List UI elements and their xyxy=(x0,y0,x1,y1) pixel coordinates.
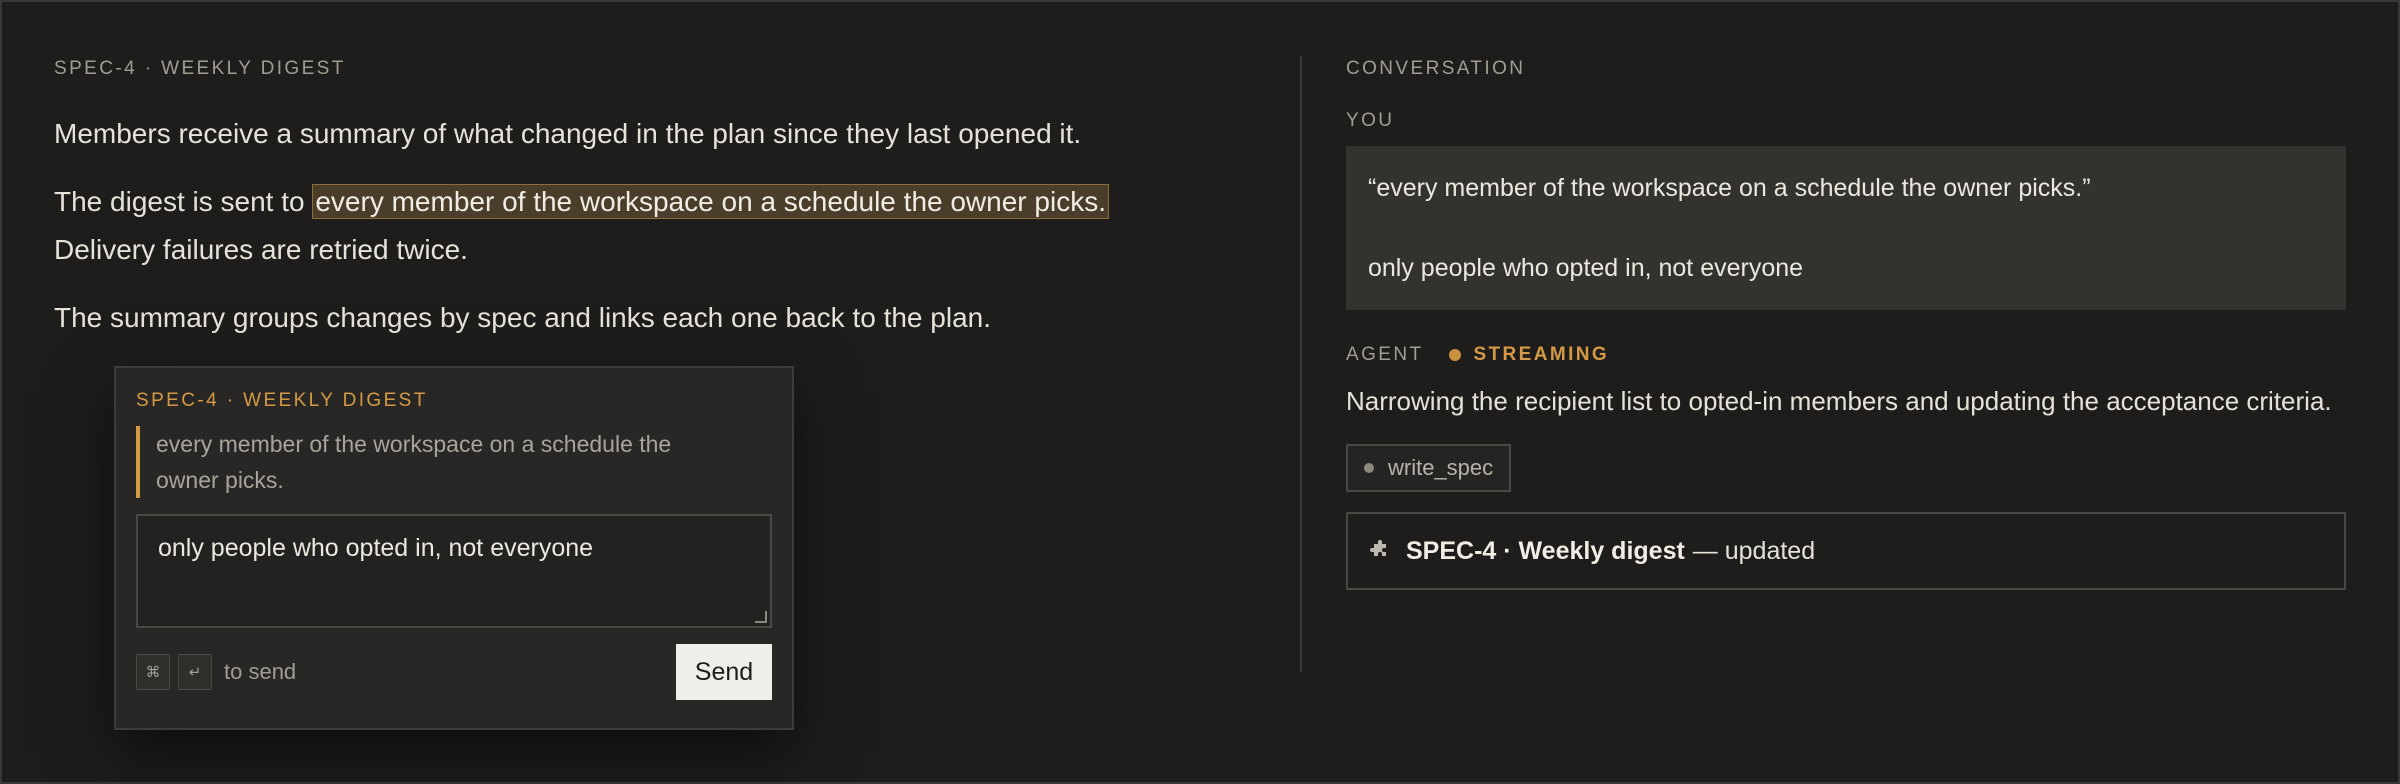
puzzle-icon xyxy=(1370,540,1386,556)
agent-header: AGENT STREAMING xyxy=(1346,344,2346,366)
result-title: SPEC-4 · Weekly digest xyxy=(1406,536,1685,565)
resize-handle-icon[interactable] xyxy=(755,611,767,623)
user-message-text: only people who opted in, not everyone xyxy=(1368,254,1804,282)
command-key-icon: ⌘ xyxy=(136,654,170,690)
paragraph-2-lead: The digest is sent to xyxy=(54,186,313,217)
highlighted-selection[interactable]: every member of the workspace on a sched… xyxy=(312,184,1109,219)
tool-call-chip[interactable]: write_spec xyxy=(1346,444,1512,492)
agent-label: AGENT xyxy=(1346,344,1424,365)
paragraph-1: Members receive a summary of what change… xyxy=(54,118,1082,149)
send-hint: to send xyxy=(224,659,297,684)
status-badge: STREAMING xyxy=(1473,344,1610,365)
column-divider xyxy=(1300,56,1302,672)
tool-dot-icon xyxy=(1364,463,1374,473)
spec-result-card[interactable]: SPEC-4 · Weekly digest — updated xyxy=(1346,512,2346,590)
status-dot-icon xyxy=(1449,349,1462,361)
result-suffix: — updated xyxy=(1692,536,1816,565)
popup-eyebrow: SPEC-4 · WEEKLY DIGEST xyxy=(136,390,428,411)
paragraph-2-tail: Delivery failures are retried twice. xyxy=(54,234,468,265)
you-label: YOU xyxy=(1346,110,1395,131)
enter-key-icon: ↵ xyxy=(178,654,212,690)
conversation-eyebrow: CONVERSATION xyxy=(1346,58,1526,79)
reply-textarea[interactable]: only people who opted in, not everyone xyxy=(136,514,772,628)
quoted-selection: every member of the workspace on a sched… xyxy=(136,426,736,498)
paragraph-2: The digest is sent to every member of th… xyxy=(54,178,1254,274)
user-quote: “every member of the workspace on a sche… xyxy=(1368,174,2091,202)
spec-document: SPEC-4 · WEEKLY DIGEST Members receive a… xyxy=(54,58,1254,362)
conversation-panel: CONVERSATION YOU “every member of the wo… xyxy=(1346,58,2346,590)
send-button[interactable]: Send xyxy=(676,644,772,700)
paragraph-3: The summary groups changes by spec and l… xyxy=(54,302,991,333)
popup-footer: ⌘ ↵ to send Send xyxy=(136,644,772,700)
document-eyebrow: SPEC-4 · WEEKLY DIGEST xyxy=(54,58,346,79)
reply-text: only people who opted in, not everyone xyxy=(158,534,594,562)
user-message: “every member of the workspace on a sche… xyxy=(1346,146,2346,310)
comment-popup: SPEC-4 · WEEKLY DIGEST every member of t… xyxy=(114,366,794,730)
tool-name: write_spec xyxy=(1388,455,1494,480)
agent-message: Narrowing the recipient list to opted-in… xyxy=(1346,386,2332,416)
